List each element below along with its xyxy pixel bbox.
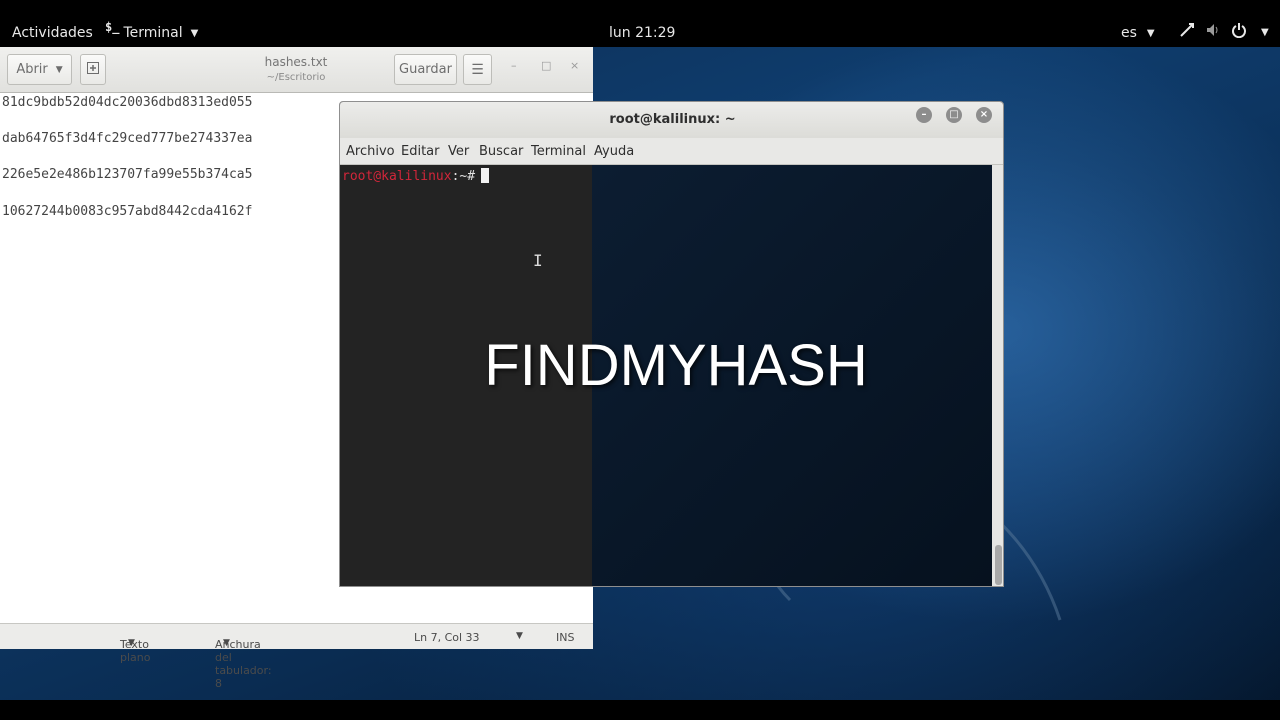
prompt-user: root@kalilinux [342,169,452,184]
new-document-button[interactable] [80,54,106,85]
language-label: es [1121,25,1137,41]
menu-editar[interactable]: Editar [401,144,440,159]
document-title: hashes.txt ~/Escritorio [240,55,352,83]
top-bar: Actividades $_ Terminal ▼ lun 21:29 es ▼… [0,0,1280,47]
save-button[interactable]: Guardar [394,54,457,85]
minimize-icon[interactable]: – [916,107,932,123]
system-menu[interactable]: ▼ [1179,22,1269,42]
text-cursor [481,168,490,183]
chevron-down-icon: ▼ [1261,26,1269,38]
activities-button[interactable]: Actividades [12,25,93,41]
menu-buscar[interactable]: Buscar [479,144,523,159]
editor-line: dab64765f3d4fc29ced777be274337ea [2,131,253,146]
menu-archivo[interactable]: Archivo [346,144,395,159]
menu-ver[interactable]: Ver [448,144,469,159]
open-button[interactable]: Abrir ▼ [7,54,72,85]
hamburger-menu-button[interactable]: ☰ [463,54,492,85]
terminal-menubar: Archivo Editar Ver Buscar Terminal Ayuda [340,138,1003,165]
document-path: ~/Escritorio [266,72,326,83]
cursor-position: Ln 7, Col 33 [414,631,480,644]
prompt-path: :~# [451,169,476,184]
shell-prompt: root@kalilinux:~# [342,168,490,184]
chevron-down-icon: ▼ [223,638,230,648]
hamburger-menu-icon: ☰ [471,61,484,78]
gedit-statusbar: Texto plano ▼ Anchura del tabulador: 8 ▼… [0,623,593,690]
chevron-down-icon: ▼ [128,638,135,648]
terminal-scrollbar[interactable] [992,165,1003,586]
terminal-title: root@kalilinux: ~ [609,112,736,127]
chevron-down-icon: ▼ [1146,27,1155,39]
chevron-down-icon: ▼ [190,27,199,39]
terminal-titlebar: root@kalilinux: ~ – □ × [340,102,1003,138]
chevron-down-icon[interactable]: ▼ [516,631,523,641]
power-icon [1231,22,1247,42]
open-button-label: Abrir [16,62,48,77]
network-icon [1179,22,1195,42]
editor-line: 226e5e2e486b123707fa99e55b374ca5 [2,167,253,182]
syntax-label: Texto plano [120,638,151,664]
menu-ayuda[interactable]: Ayuda [594,144,634,159]
maximize-icon[interactable]: □ [946,107,962,123]
clock[interactable]: lun 21:29 [609,25,675,41]
editor-line: 81dc9bdb52d04dc20036dbd8313ed055 [2,95,253,110]
app-menu[interactable]: $_ Terminal ▼ [105,20,199,41]
close-icon[interactable]: × [976,107,992,123]
menu-terminal[interactable]: Terminal [531,144,586,159]
terminal-icon: $_ [105,20,120,34]
volume-icon [1205,22,1221,42]
minimize-icon[interactable]: – [511,59,517,72]
video-caption: FINDMYHASH [484,333,868,398]
scrollbar-thumb[interactable] [995,545,1002,585]
language-selector[interactable]: es ▼ [1121,25,1155,41]
new-document-icon [86,61,100,79]
insert-mode[interactable]: INS [556,631,574,644]
bottom-letterbox [0,700,1280,720]
app-menu-label: Terminal [123,25,183,41]
editor-line: 10627244b0083c957abd8442cda4162f [2,204,253,219]
ibeam-cursor-icon: I [533,251,543,270]
chevron-down-icon: ▼ [55,64,63,75]
maximize-icon[interactable]: □ [541,59,551,72]
document-filename: hashes.txt [264,55,328,69]
gedit-headerbar: Abrir ▼ hashes.txt ~/Escritorio Guardar … [0,47,593,93]
close-icon[interactable]: × [570,59,579,72]
